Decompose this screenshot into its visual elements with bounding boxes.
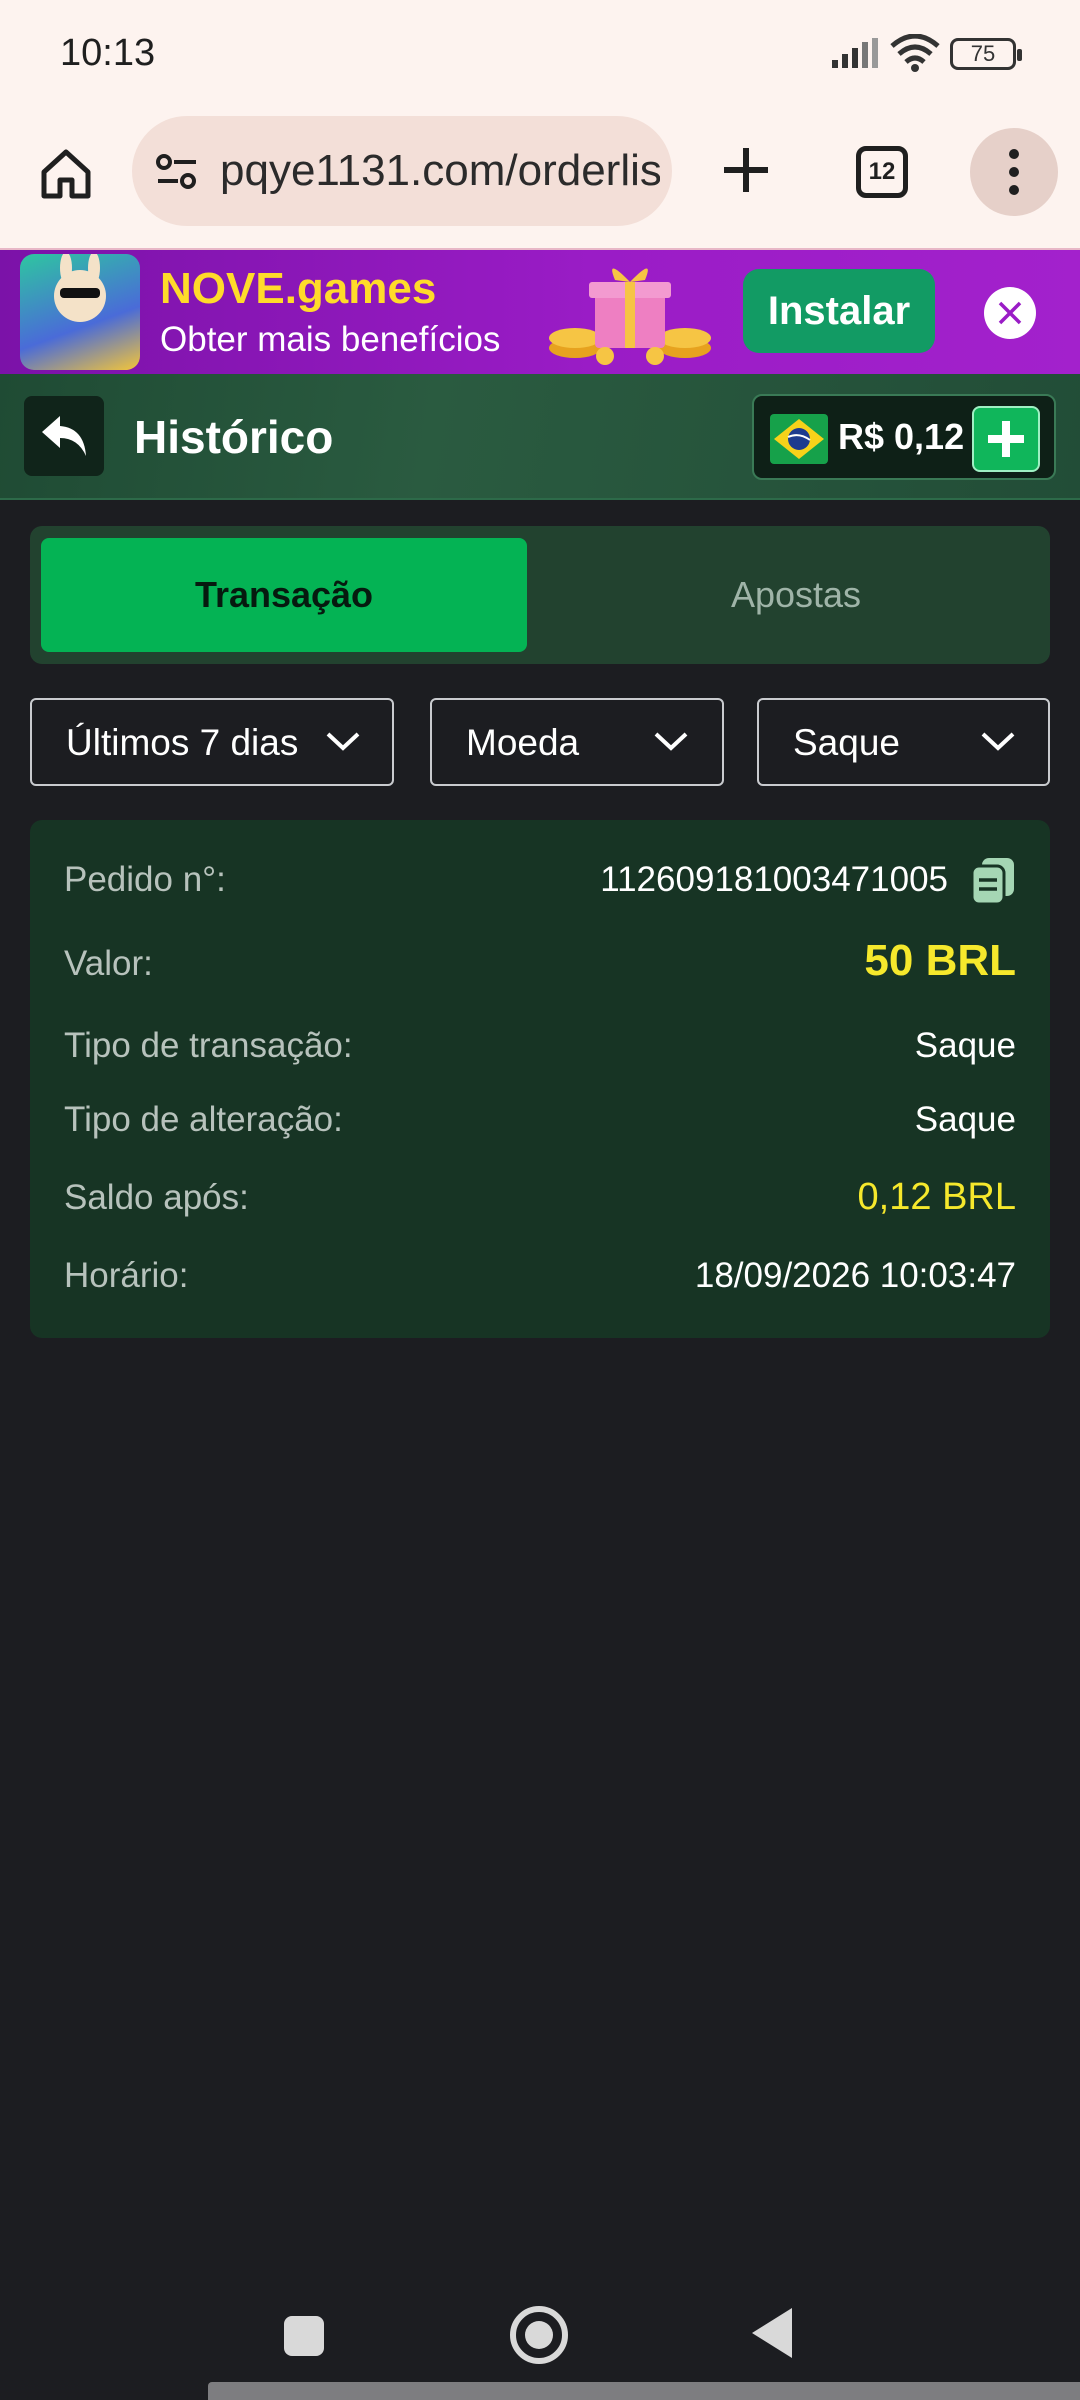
tab-apostas[interactable]: Apostas [553,538,1039,652]
gesture-bar [208,2382,1080,2400]
install-banner: NOVE.games Obter mais benefícios Instala… [0,250,1080,374]
history-tabs: Transação Apostas [30,526,1050,664]
chevron-down-icon [981,732,1015,751]
home-nav-button[interactable] [510,2306,568,2364]
type-filter[interactable]: Saque [757,698,1050,786]
app-logo [20,254,140,370]
status-time: 10:13 [60,32,156,74]
home-icon [41,149,91,199]
period-filter-label: Últimos 7 dias [66,722,299,763]
url-text[interactable]: pqye1131.com/orderlis [220,146,660,196]
page-title: Histórico [134,411,334,463]
close-banner-button[interactable] [984,287,1036,339]
plus-icon [988,421,1024,457]
mascot-icon [54,254,106,322]
browser-menu-button[interactable] [970,128,1058,216]
page-header: Histórico R$ 0,12 [0,374,1080,500]
currency-filter-label: Moeda [466,722,580,763]
tab-transacao[interactable]: Transação [41,538,527,652]
status-bar: 10:13 75 [0,0,1080,110]
banner-subtitle: Obter mais benefícios [160,320,501,359]
menu-dot-icon [1009,167,1019,177]
deposit-button[interactable] [972,406,1040,472]
battery-icon: 75 [950,38,1022,70]
currency-filter[interactable]: Moeda [430,698,724,786]
amount-row: Valor: 50 BRL [64,936,1016,996]
balance-amount: R$ 0,12 [838,416,965,457]
browser-toolbar: pqye1131.com/orderlis 12 [0,110,1080,250]
wifi-icon [890,34,940,72]
menu-dot-icon [1009,185,1019,195]
change-type-row: Tipo de alteração: Saque [64,1100,1016,1150]
site-settings-icon[interactable] [154,149,200,195]
amount-value: 50 BRL [864,936,1016,985]
period-filter[interactable]: Últimos 7 dias [30,698,394,786]
time-value: 18/09/2026 10:03:47 [694,1256,1016,1295]
time-row: Horário: 18/09/2026 10:03:47 [64,1256,1016,1306]
order-card: Pedido n°: 112609181003471005 Valor: 50 … [30,820,1050,1338]
chevron-down-icon [654,732,688,751]
address-bar[interactable]: pqye1131.com/orderlis [132,116,672,226]
amount-label: Valor: [64,944,153,983]
time-label: Horário: [64,1256,189,1295]
menu-dot-icon [1009,149,1019,159]
balance-widget: R$ 0,12 [752,394,1056,480]
change-type-value: Saque [914,1100,1016,1139]
system-nav-bar [0,2270,1080,2400]
recents-button[interactable] [284,2316,324,2356]
close-icon [998,301,1022,325]
copy-icon[interactable] [970,856,1016,906]
balance-after-label: Saldo após: [64,1178,249,1217]
tab-switcher-button[interactable]: 12 [856,146,908,198]
change-type-label: Tipo de alteração: [64,1100,343,1139]
order-number-row: Pedido n°: 112609181003471005 [64,858,1016,910]
brazil-flag-icon [770,414,828,464]
transaction-type-row: Tipo de transação: Saque [64,1026,1016,1076]
balance-after-value: 0,12 BRL [857,1176,1016,1218]
transaction-type-label: Tipo de transação: [64,1026,353,1065]
new-tab-button[interactable] [710,134,782,206]
back-nav-button[interactable] [752,2308,792,2358]
order-number-label: Pedido n°: [64,860,226,899]
install-button[interactable]: Instalar [743,269,935,353]
back-arrow-icon [42,416,86,456]
signal-icon [832,38,878,68]
balance-after-row: Saldo após: 0,12 BRL [64,1176,1016,1226]
type-filter-label: Saque [793,722,900,763]
chevron-down-icon [326,732,360,751]
banner-title: NOVE.games [160,264,437,313]
gift-coins-icon [549,268,711,365]
order-number-value: 112609181003471005 [600,860,948,899]
back-button[interactable] [24,396,104,476]
transaction-type-value: Saque [914,1026,1016,1065]
home-button[interactable] [30,138,102,210]
